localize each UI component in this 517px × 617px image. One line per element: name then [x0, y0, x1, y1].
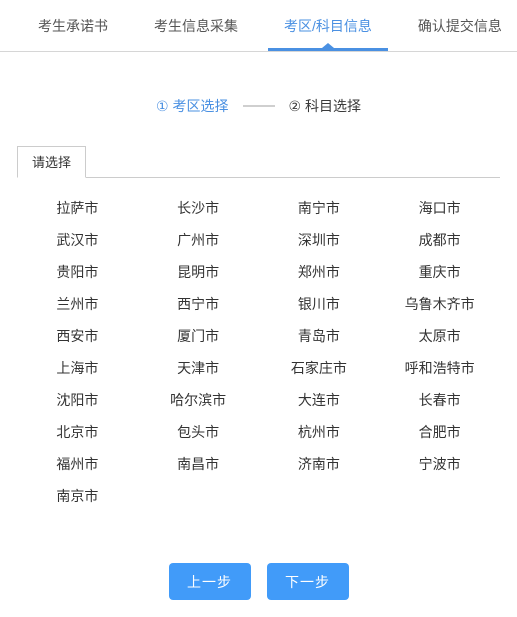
city-option[interactable]: 深圳市 [259, 224, 380, 256]
exam-region-panel: 请选择 拉萨市 长沙市 南宁市 海口市 武汉市 广州市 深圳市 成都市 贵阳市 … [17, 146, 500, 512]
city-option[interactable]: 上海市 [17, 352, 138, 384]
wizard-tabbar: 考生承诺书 考生信息采集 考区/科目信息 确认提交信息 [0, 0, 517, 52]
step-subject-selection[interactable]: ② 科目选择 [289, 96, 361, 116]
city-option[interactable]: 兰州市 [17, 288, 138, 320]
tab-candidate-info-collection[interactable]: 考生信息采集 [138, 0, 254, 51]
tab-confirm-submit-info[interactable]: 确认提交信息 [402, 0, 517, 51]
tab-exam-region-subject-info[interactable]: 考区/科目信息 [268, 0, 388, 51]
city-option[interactable]: 南京市 [17, 480, 138, 512]
city-option[interactable]: 大连市 [259, 384, 380, 416]
city-option[interactable]: 太原市 [379, 320, 500, 352]
city-option[interactable]: 杭州市 [259, 416, 380, 448]
city-option[interactable]: 重庆市 [379, 256, 500, 288]
city-option[interactable]: 昆明市 [138, 256, 259, 288]
active-tab-underline [268, 48, 388, 51]
city-option[interactable]: 哈尔滨市 [138, 384, 259, 416]
active-tab-caret-icon [321, 43, 334, 48]
city-option[interactable]: 北京市 [17, 416, 138, 448]
step-indicator: ① 考区选择 ② 科目选择 [0, 96, 517, 116]
city-option[interactable]: 福州市 [17, 448, 138, 480]
city-option[interactable]: 银川市 [259, 288, 380, 320]
panel-tabstrip: 请选择 [17, 146, 500, 178]
city-option[interactable]: 郑州市 [259, 256, 380, 288]
previous-step-button[interactable]: 上一步 [168, 563, 251, 600]
tab-label: 考生承诺书 [38, 17, 108, 34]
city-option[interactable]: 包头市 [138, 416, 259, 448]
city-option[interactable]: 广州市 [138, 224, 259, 256]
tab-label: 考生信息采集 [154, 17, 238, 34]
step-separator-line [242, 105, 275, 107]
next-step-button[interactable]: 下一步 [266, 563, 349, 600]
city-option[interactable]: 天津市 [138, 352, 259, 384]
city-option[interactable]: 拉萨市 [17, 192, 138, 224]
panel-tab-please-select[interactable]: 请选择 [17, 146, 87, 178]
city-option[interactable]: 贵阳市 [17, 256, 138, 288]
city-option[interactable]: 沈阳市 [17, 384, 138, 416]
wizard-footer: 上一步 下一步 [0, 563, 517, 600]
city-option[interactable]: 南宁市 [259, 192, 380, 224]
city-option[interactable]: 合肥市 [379, 416, 500, 448]
city-option[interactable]: 宁波市 [379, 448, 500, 480]
city-option[interactable]: 成都市 [379, 224, 500, 256]
city-option[interactable]: 呼和浩特市 [379, 352, 500, 384]
step-exam-region-selection[interactable]: ① 考区选择 [156, 96, 228, 116]
tab-label: 确认提交信息 [417, 17, 502, 34]
city-option[interactable]: 青岛市 [259, 320, 380, 352]
city-option[interactable]: 武汉市 [17, 224, 138, 256]
city-option[interactable]: 石家庄市 [259, 352, 380, 384]
tab-label: 考区/科目信息 [284, 17, 372, 34]
city-option[interactable]: 西安市 [17, 320, 138, 352]
city-option[interactable]: 南昌市 [138, 448, 259, 480]
city-option[interactable]: 海口市 [379, 192, 500, 224]
city-option[interactable]: 长春市 [379, 384, 500, 416]
tab-candidate-commitment[interactable]: 考生承诺书 [22, 0, 124, 51]
city-grid: 拉萨市 长沙市 南宁市 海口市 武汉市 广州市 深圳市 成都市 贵阳市 昆明市 … [17, 192, 500, 512]
city-option[interactable]: 乌鲁木齐市 [379, 288, 500, 320]
city-option[interactable]: 西宁市 [138, 288, 259, 320]
city-option[interactable]: 厦门市 [138, 320, 259, 352]
city-option[interactable]: 济南市 [259, 448, 380, 480]
city-option[interactable]: 长沙市 [138, 192, 259, 224]
